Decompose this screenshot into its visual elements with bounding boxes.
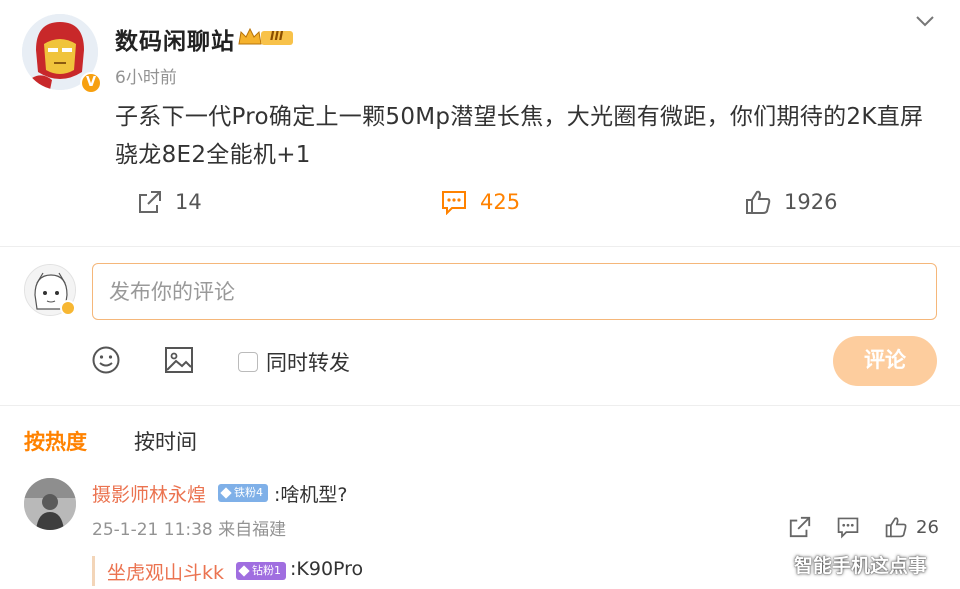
crown-icon [238,27,293,45]
reply-author-name[interactable]: 坐虎观山斗kk [107,558,224,585]
share-icon [139,191,161,213]
submit-comment-button[interactable]: 评论 [833,336,937,386]
post-content: 子系下一代Pro确定上一颗50Mp潜望长焦，大光圈有微距，你们期待的2K直屏骁龙… [115,104,924,168]
smiley-icon [92,346,120,374]
reply-indicator [92,556,95,586]
image-upload-button[interactable] [163,345,195,375]
thumbs-up-icon [885,517,907,538]
emoji-button[interactable] [91,345,121,375]
commenter-avatar[interactable] [24,478,76,530]
photo-avatar-icon [24,478,76,530]
repost-also-label: 同时转发 [266,351,350,375]
diamond-icon [238,565,250,577]
tab-sort-by-time[interactable]: 按时间 [134,426,197,456]
repost-button[interactable]: 14 [137,186,202,218]
more-options-button[interactable] [914,12,936,30]
comment-like-button[interactable]: 26 [884,514,939,540]
share-icon [789,516,811,538]
section-divider [0,246,960,247]
fan-badge-label: 铁粉4 [234,486,263,499]
diamond-icon [220,487,232,499]
commenter-name[interactable]: 摄影师林永煌 [92,480,206,507]
comment-meta: 25-1-21 11:38 来自福建 [92,520,287,540]
repost-also-toggle[interactable]: 同时转发 [238,347,350,377]
comment-reply-button[interactable] [836,514,860,540]
comment-input[interactable] [92,263,937,320]
post-time[interactable]: 6小时前 [115,63,177,88]
comment-text: :啥机型? [274,484,348,506]
comment-count: 425 [480,190,521,214]
level-text: III [270,29,284,43]
my-verified-badge [60,300,76,316]
comment-button[interactable]: 425 [440,186,520,218]
like-count: 1926 [784,190,838,214]
like-button[interactable]: 1926 [744,186,837,218]
verified-badge: V [80,72,102,94]
member-level-badge[interactable]: III [237,26,295,48]
reply-fan-badge-label: 钻粉1 [252,564,281,577]
watermark: 智能手机这点事 [794,555,928,577]
reply-fan-badge[interactable]: 钻粉1 [236,562,286,580]
repost-checkbox[interactable] [238,352,258,372]
thumbs-up-icon [746,190,771,214]
author-name[interactable]: 数码闲聊站 [115,22,235,56]
image-icon [165,347,193,373]
comment-icon [837,517,859,539]
comment-icon [442,191,466,215]
repost-count: 14 [175,190,202,214]
composer-divider [0,405,960,406]
comment-like-count: 26 [916,516,939,538]
reply-text: :K90Pro [290,558,364,580]
chevron-down-icon [916,16,934,27]
tab-sort-by-hot[interactable]: 按热度 [24,426,87,456]
comment-repost-button[interactable] [788,514,812,540]
fan-badge[interactable]: 铁粉4 [218,484,268,502]
